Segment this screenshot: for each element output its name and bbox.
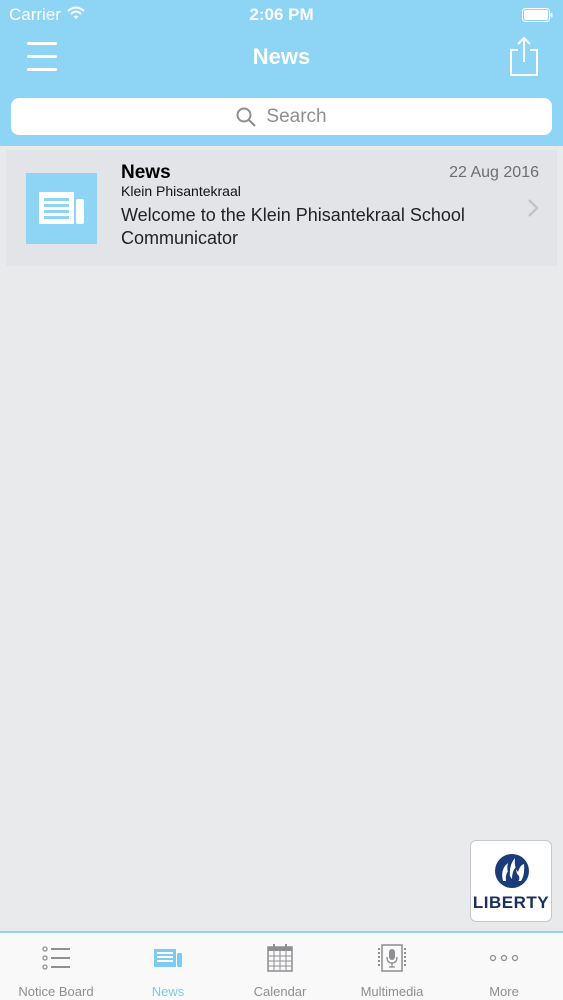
tab-label: News xyxy=(151,984,185,999)
news-item-title: News xyxy=(121,162,171,183)
search-icon xyxy=(236,107,257,127)
tab-label: Multimedia xyxy=(360,984,424,999)
share-icon[interactable] xyxy=(507,35,541,77)
header: Carrier 2:06 PM News Search xyxy=(0,0,563,146)
status-bar: Carrier 2:06 PM xyxy=(0,0,563,30)
news-thumbnail xyxy=(26,173,97,244)
tab-bar: Notice Board News Calendar Multimedia Mo… xyxy=(0,931,563,1000)
tab-calendar[interactable]: Calendar xyxy=(224,933,336,1000)
tab-label: More xyxy=(489,984,519,999)
tab-more[interactable]: More xyxy=(448,933,560,1000)
list-item[interactable]: News Klein Phisantekraal Welcome to the … xyxy=(6,150,557,266)
tab-news[interactable]: News xyxy=(112,933,224,1000)
tab-notice-board[interactable]: Notice Board xyxy=(0,933,112,1000)
search-placeholder: Search xyxy=(266,105,327,127)
status-time: 2:06 PM xyxy=(249,5,314,24)
chevron-right-icon xyxy=(528,199,539,217)
more-dots-icon xyxy=(489,954,519,962)
news-item-source: Klein Phisantekraal xyxy=(121,183,241,199)
newspaper-icon xyxy=(154,949,182,967)
navigation-bar: News xyxy=(0,30,563,90)
list-icon xyxy=(42,946,70,970)
battery-icon xyxy=(522,8,553,22)
tab-label: Notice Board xyxy=(18,984,94,999)
tab-label: Calendar xyxy=(253,984,307,999)
search-input[interactable]: Search xyxy=(11,98,552,135)
liberty-logo[interactable]: LIBERTY xyxy=(470,840,552,922)
news-item-message: Welcome to the Klein Phisantekraal Schoo… xyxy=(121,205,465,248)
liberty-flame-icon xyxy=(495,854,529,888)
liberty-label: LIBERTY xyxy=(472,893,550,912)
tab-multimedia[interactable]: Multimedia xyxy=(336,933,448,1000)
microphone-icon xyxy=(378,944,406,972)
news-item-date: 22 Aug 2016 xyxy=(449,164,539,181)
page-title: News xyxy=(252,44,311,69)
newspaper-icon xyxy=(39,192,84,224)
calendar-icon xyxy=(267,944,293,972)
